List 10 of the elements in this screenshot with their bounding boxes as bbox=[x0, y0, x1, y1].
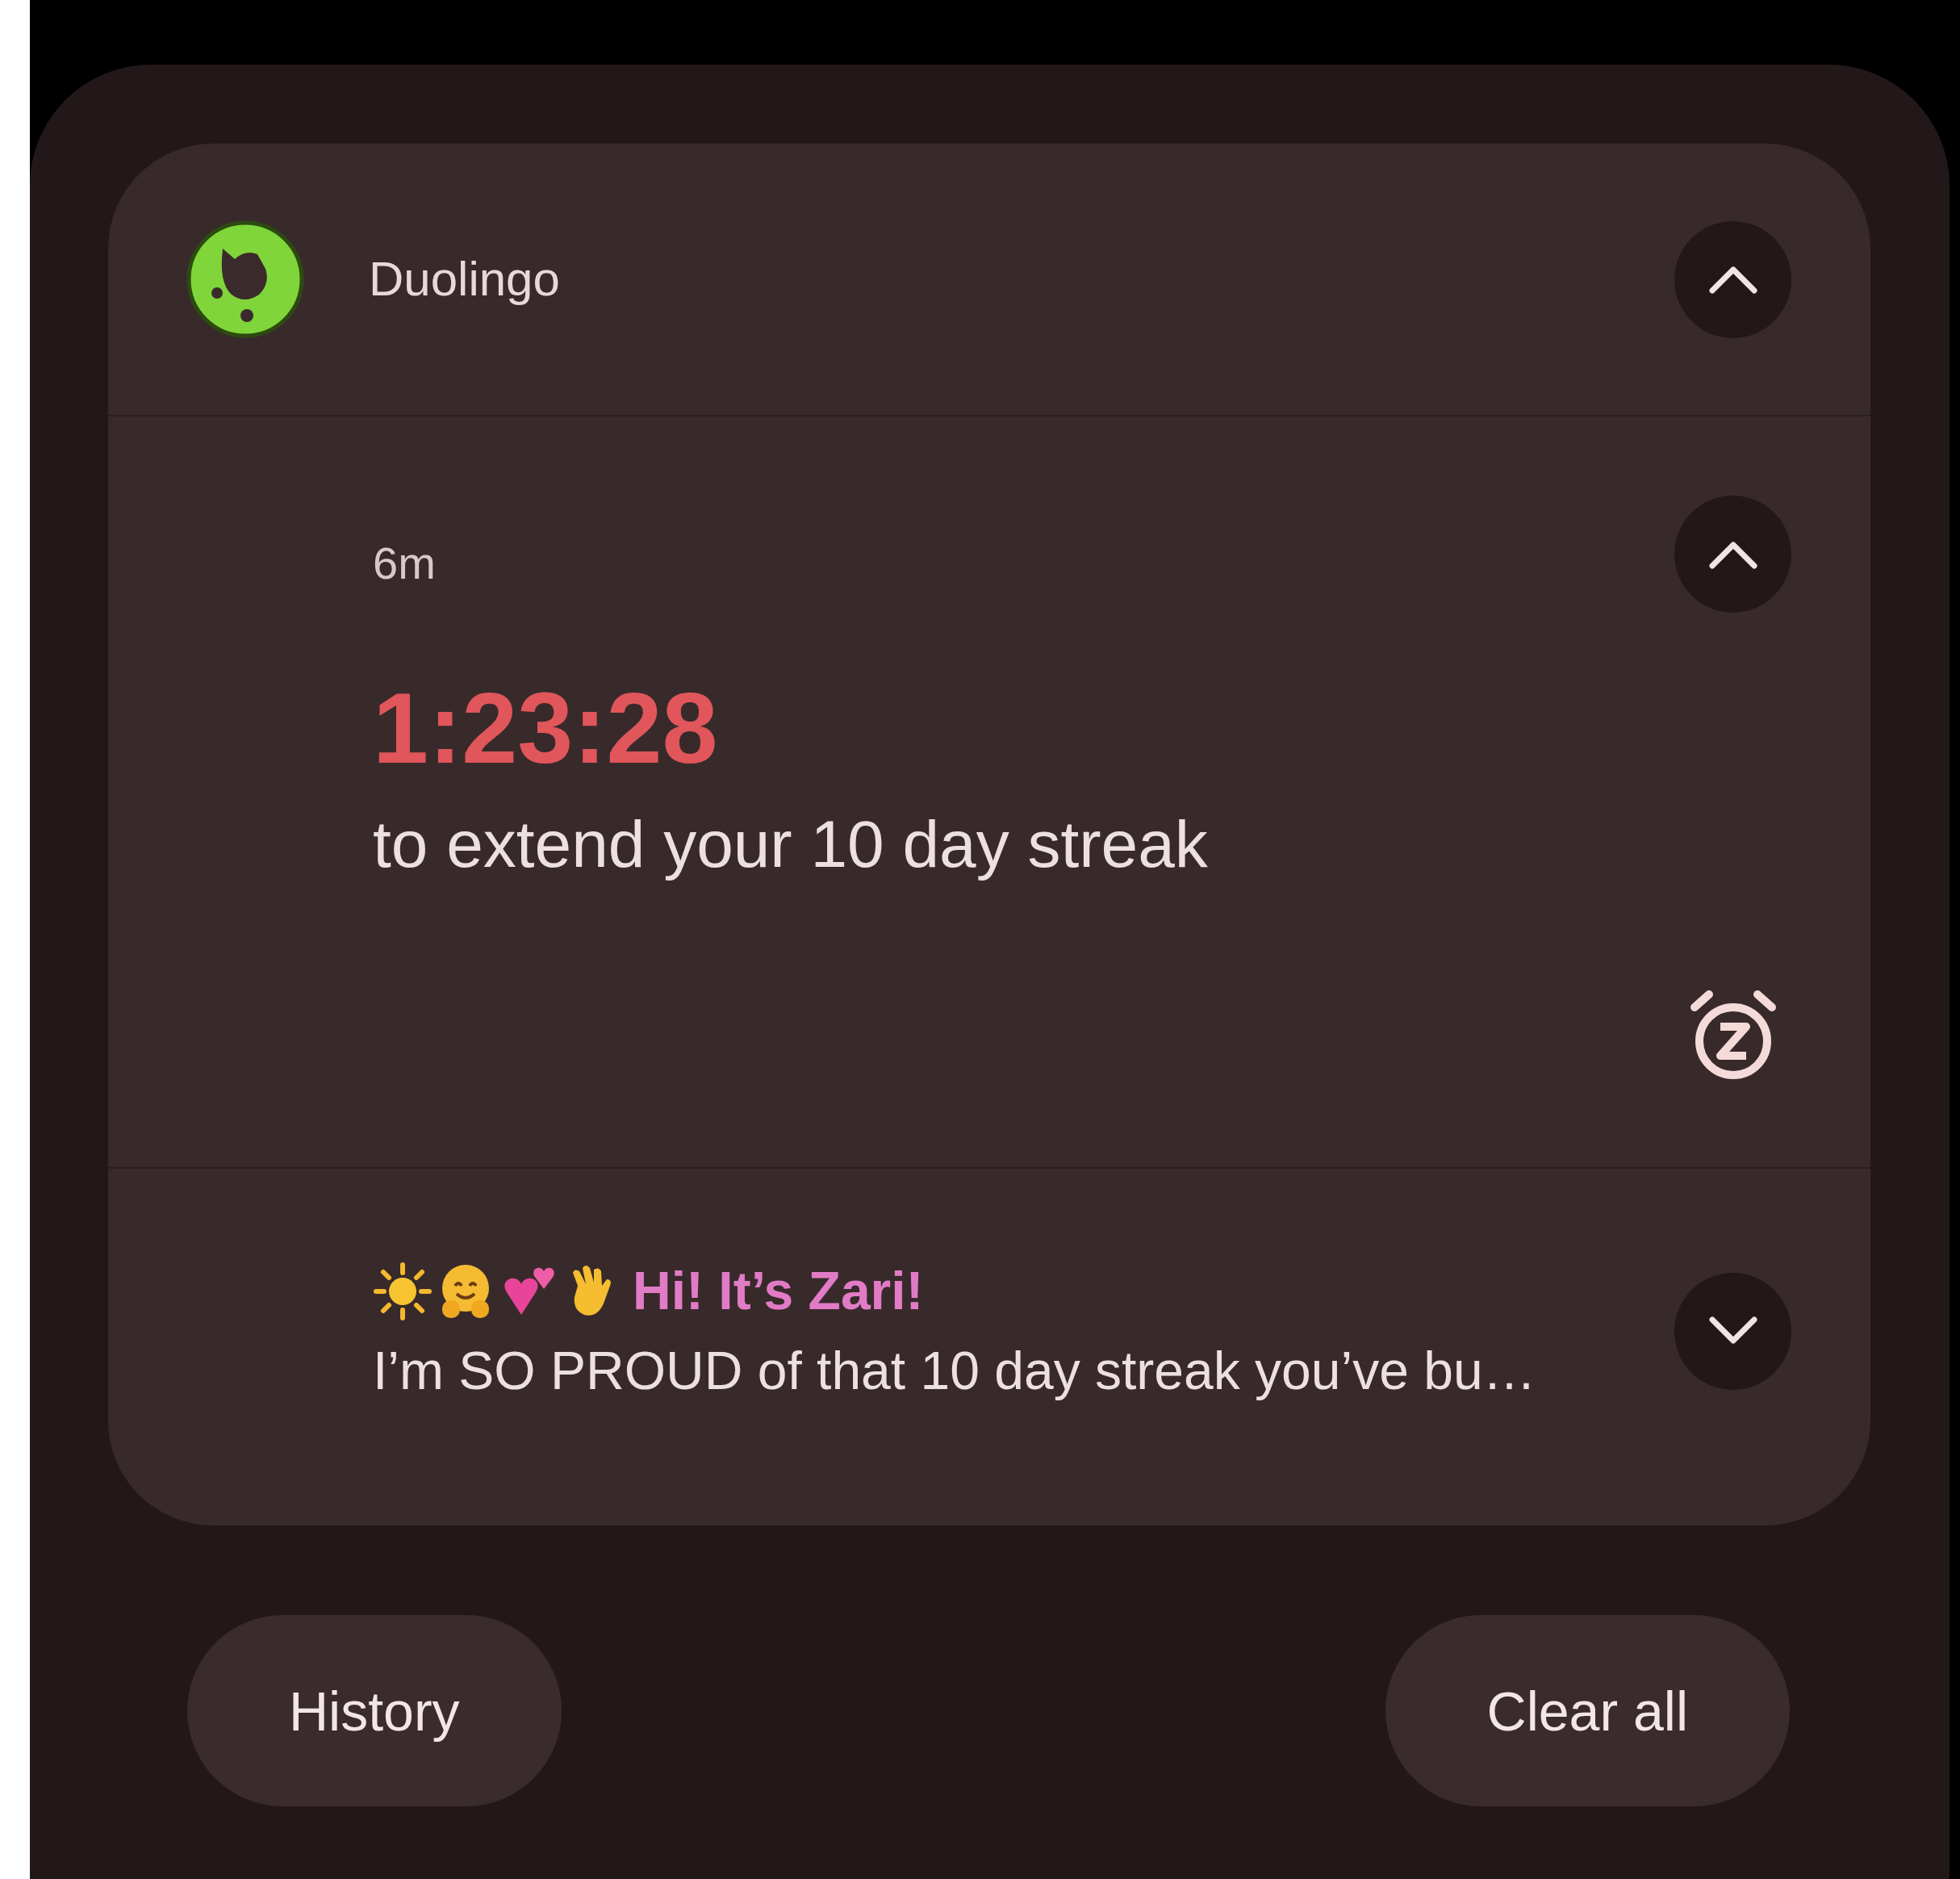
pill-button[interactable]: Clear all bbox=[1385, 1615, 1790, 1806]
message-preview: I’m SO PROUD of that 10 day streak you’ve bu… bbox=[373, 1340, 1537, 1402]
message-title: Hi! It’s Zari! bbox=[633, 1260, 924, 1322]
pill-button[interactable]: History bbox=[187, 1615, 562, 1806]
sun-icon bbox=[373, 1261, 433, 1321]
notification-body: to extend your 10 day streak bbox=[373, 806, 1209, 882]
timestamp: 6m bbox=[373, 537, 437, 590]
owl-logo-icon bbox=[186, 220, 304, 338]
app-name: Duolingo bbox=[369, 251, 560, 308]
countdown-timer: 1:23:28 bbox=[373, 678, 719, 778]
